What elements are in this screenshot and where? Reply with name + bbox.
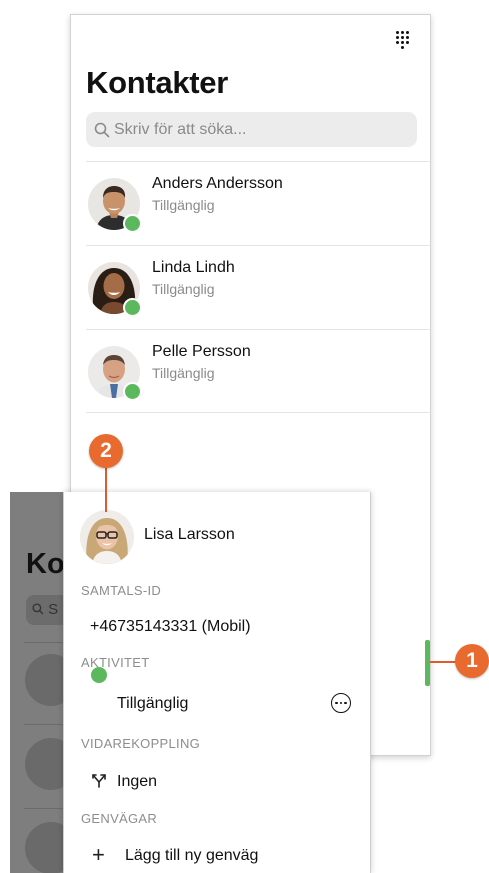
callout-badge-1: 1 [455, 644, 489, 678]
section-heading-call-id: SAMTALS-ID [81, 583, 162, 598]
status-available-icon [91, 667, 107, 683]
section-heading-shortcuts: GENVÄGAR [81, 811, 158, 826]
add-shortcut-button[interactable]: Lägg till ny genväg [125, 847, 258, 865]
callout-leader-line [430, 661, 458, 663]
profile-panel: Lisa Larsson SAMTALS-ID +46735143331 (Mo… [63, 492, 371, 873]
status-available-icon [123, 298, 142, 317]
activity-value[interactable]: Tillgänglig [117, 695, 188, 713]
contact-name: Pelle Persson [152, 343, 251, 360]
callout-badge-2: 2 [89, 434, 123, 468]
contact-status: Tillgänglig [152, 365, 215, 381]
plus-icon: + [92, 842, 105, 867]
user-name: Lisa Larsson [144, 526, 235, 543]
page-title: Kontakter [86, 65, 228, 100]
search-placeholder: Skriv för att söka... [114, 120, 247, 138]
background-title: Ko [26, 548, 65, 580]
status-available-icon [123, 382, 142, 401]
call-id-value[interactable]: +46735143331 (Mobil) [90, 618, 251, 636]
section-heading-forwarding: VIDAREKOPPLING [81, 736, 201, 751]
search-icon [32, 603, 44, 615]
call-forward-icon [92, 774, 106, 788]
contact-item-anders[interactable]: Anders Andersson Tillgänglig [86, 161, 432, 245]
contact-status: Tillgänglig [152, 197, 215, 213]
contact-name: Linda Lindh [152, 259, 235, 276]
contact-item-pelle[interactable]: Pelle Persson Tillgänglig [86, 329, 432, 413]
contact-status: Tillgänglig [152, 281, 215, 297]
search-icon [94, 122, 110, 137]
status-available-icon [123, 214, 142, 233]
background-search-text: S [48, 601, 59, 618]
dialpad-icon[interactable] [396, 31, 410, 49]
panel-drag-handle[interactable] [425, 640, 430, 686]
contact-name: Anders Andersson [152, 175, 283, 192]
forwarding-value[interactable]: Ingen [117, 773, 157, 791]
contact-item-linda[interactable]: Linda Lindh Tillgänglig [86, 245, 432, 329]
user-avatar[interactable] [80, 510, 134, 564]
background-screen-dimmed: Ko S [10, 492, 70, 873]
search-input[interactable]: Skriv för att söka... [86, 112, 417, 147]
section-heading-activity: AKTIVITET [81, 655, 150, 670]
callout-leader-line [105, 466, 107, 512]
more-options-icon[interactable] [331, 693, 351, 713]
